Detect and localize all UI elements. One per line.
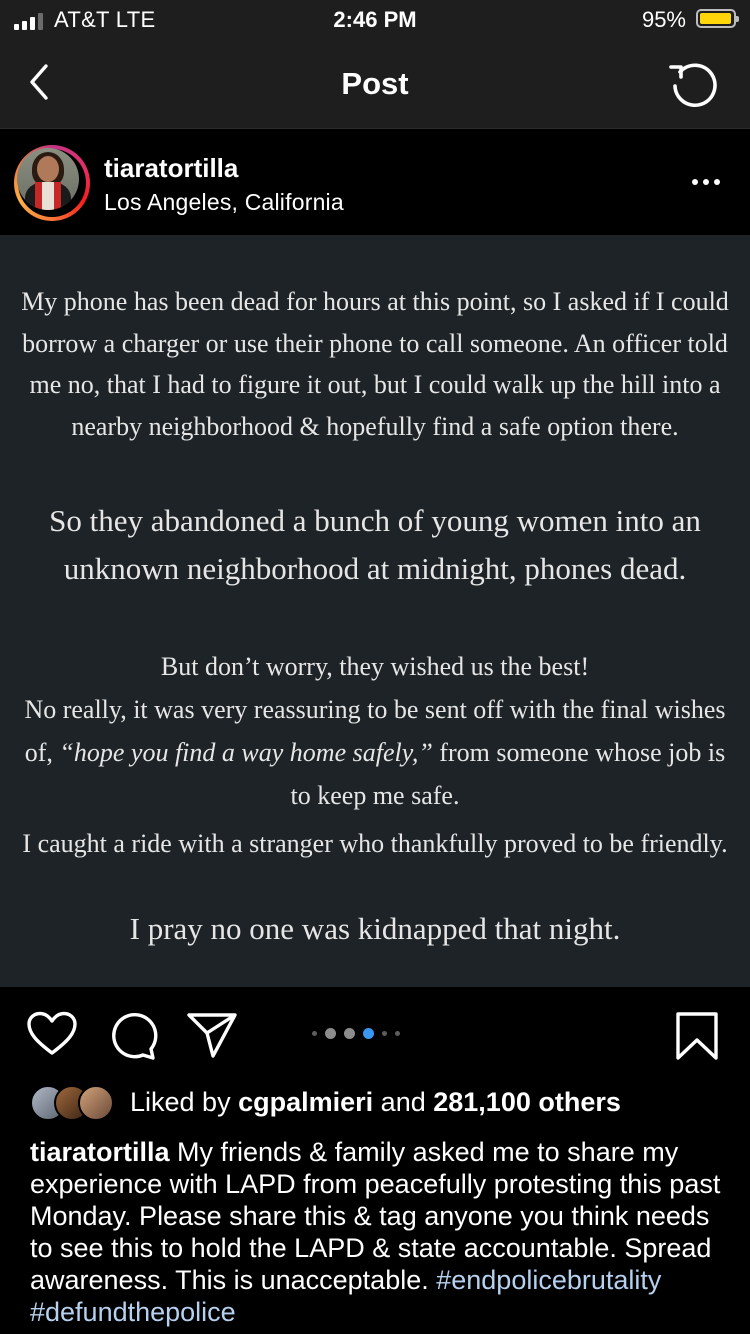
heart-icon[interactable]	[26, 1011, 78, 1057]
carousel-indicator	[312, 1028, 400, 1039]
page-title: Post	[341, 66, 409, 101]
hashtag[interactable]: #defundthepolice	[30, 1297, 236, 1327]
battery-icon	[696, 9, 739, 28]
paper-plane-icon[interactable]	[186, 1011, 238, 1059]
story-paragraph-4: I caught a ride with a stranger who than…	[22, 829, 728, 858]
carousel-dot	[312, 1031, 317, 1036]
story-paragraph-3: But don’t worry, they wished us the best…	[20, 645, 730, 817]
likes-count[interactable]: 281,100 others	[433, 1087, 621, 1117]
post-header: tiaratortilla Los Angeles, California	[0, 129, 750, 235]
caption-username[interactable]: tiaratortilla	[30, 1137, 170, 1167]
post-image[interactable]: My phone has been dead for hours at this…	[0, 235, 750, 987]
carousel-dot-active	[363, 1028, 374, 1039]
liker-avatar	[78, 1085, 114, 1121]
comment-icon[interactable]	[106, 1011, 158, 1061]
likes-text: Liked by cgpalmieri and 281,100 others	[130, 1087, 621, 1118]
carousel-dot	[325, 1028, 336, 1039]
more-horizontal-icon[interactable]	[692, 179, 720, 185]
carousel-dot	[344, 1028, 355, 1039]
story-quote: “hope you find a way home safely,”	[59, 738, 433, 767]
refresh-icon[interactable]	[668, 58, 720, 110]
post-username[interactable]: tiaratortilla	[104, 153, 238, 184]
post-caption: tiaratortilla My friends & family asked …	[30, 1136, 730, 1328]
likes-user[interactable]: cgpalmieri	[238, 1087, 373, 1117]
avatar-photo	[17, 148, 79, 210]
likes-row[interactable]: Liked by cgpalmieri and 281,100 others	[30, 1083, 750, 1123]
story-line: But don’t worry, they wished us the best…	[160, 652, 590, 681]
story-paragraph-5: I pray no one was kidnapped that night.	[129, 911, 621, 946]
carousel-dot	[395, 1031, 400, 1036]
status-time: 2:46 PM	[333, 7, 417, 32]
story-paragraph-1: My phone has been dead for hours at this…	[21, 287, 729, 441]
avatar[interactable]	[14, 145, 90, 221]
carousel-dot	[382, 1031, 387, 1036]
story-paragraph-2: So they abandoned a bunch of young women…	[49, 503, 701, 586]
battery-percent: 95%	[641, 7, 686, 32]
nav-bar: Post	[0, 44, 750, 129]
post-location[interactable]: Los Angeles, California	[104, 189, 344, 216]
likes-middle: and	[380, 1087, 426, 1117]
bookmark-icon[interactable]	[674, 1011, 720, 1061]
status-bar: AT&T LTE 2:46 PM 95%	[0, 0, 750, 44]
likes-prefix: Liked by	[130, 1087, 231, 1117]
post-actions	[0, 987, 750, 1082]
hashtag[interactable]: #endpolicebrutality	[436, 1265, 661, 1295]
